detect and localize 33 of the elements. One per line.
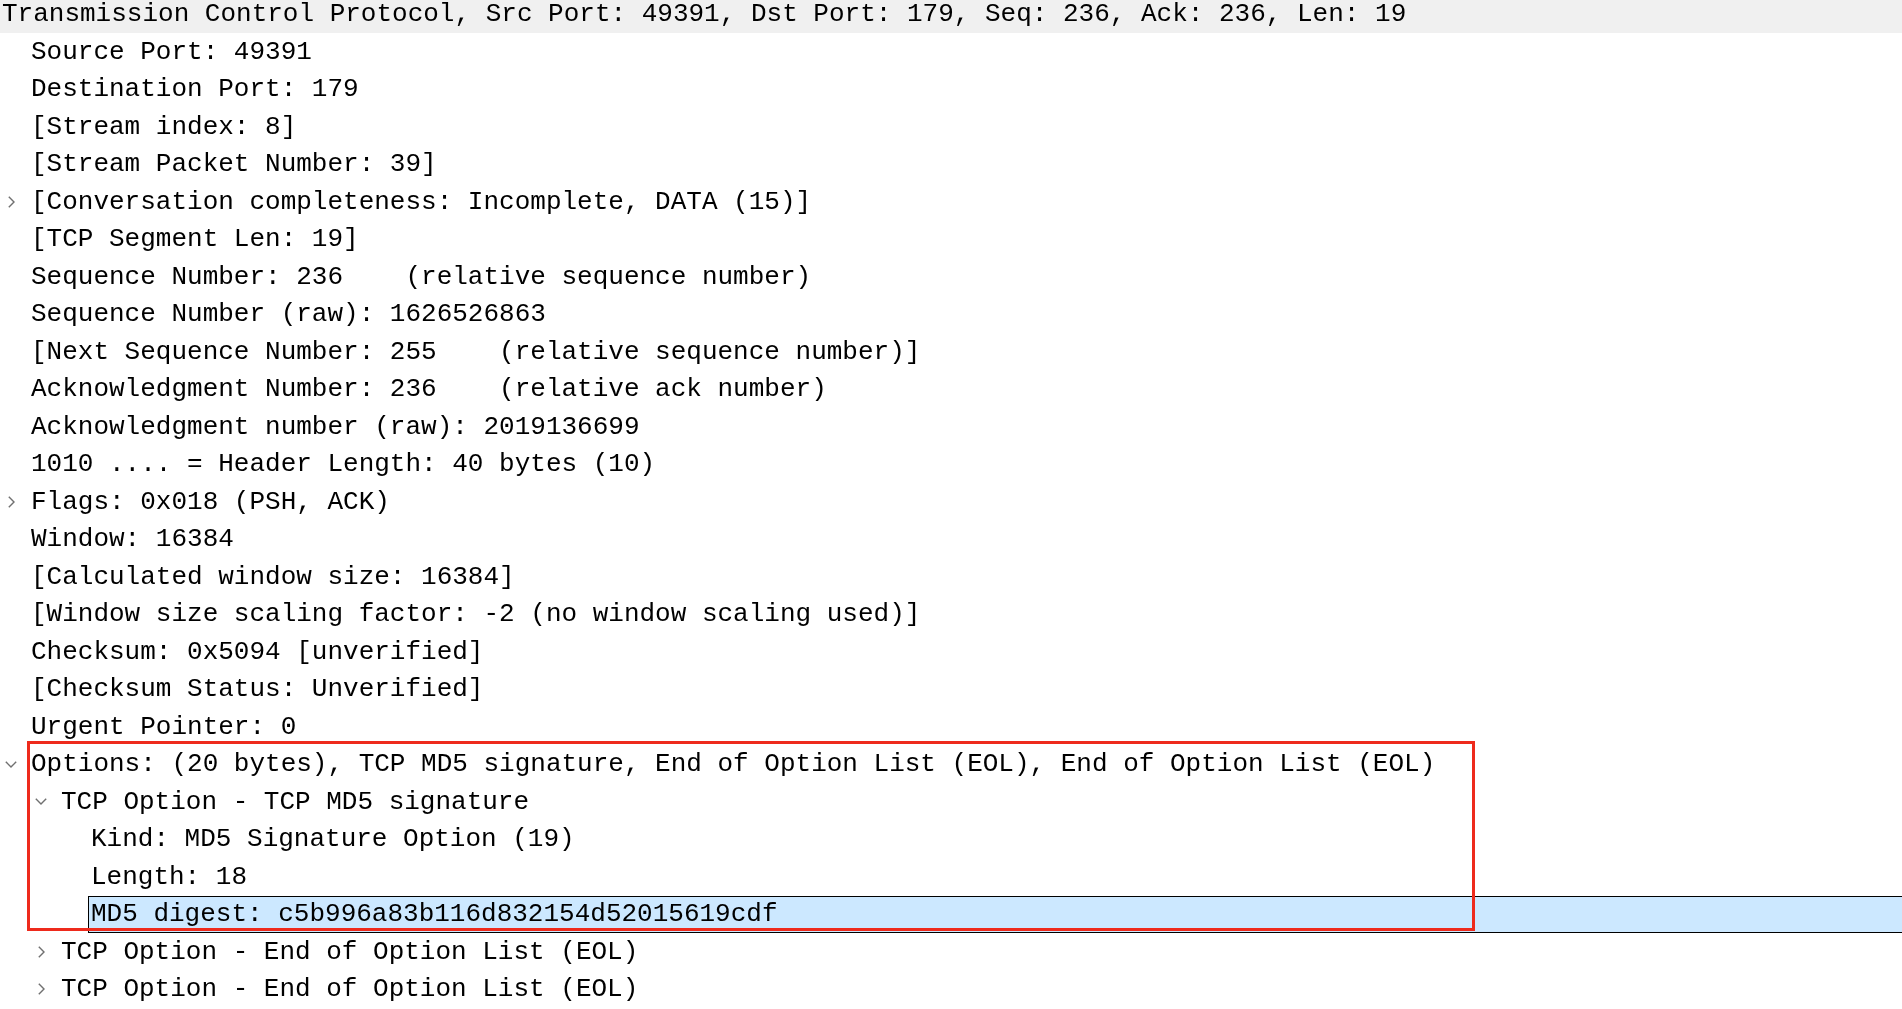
tree-item[interactable]: [Next Sequence Number: 255 (relative sequence number)] [31, 337, 921, 366]
tree-item[interactable]: Source Port: 49391 [31, 37, 312, 66]
tree-item[interactable]: Acknowledgment number (raw): 2019136699 [31, 412, 640, 441]
tree-item[interactable]: Flags: 0x018 (PSH, ACK) [31, 487, 390, 516]
tree-item[interactable]: [Calculated window size: 16384] [31, 562, 515, 591]
tree-item[interactable]: [Stream index: 8] [31, 112, 297, 141]
tree-item[interactable]: Kind: MD5 Signature Option (19) [91, 825, 575, 854]
tree-item[interactable]: MD5 digest: c5b996a83b116d832154d52015619cdf [88, 895, 1902, 933]
chevron-right-icon[interactable] [38, 945, 45, 958]
tree-item[interactable]: TCP Option - End of Option List (EOL) [61, 937, 639, 966]
tree-item[interactable]: 1010 .... = Header Length: 40 bytes (10) [31, 450, 656, 479]
tree-item[interactable]: [Conversation completeness: Incomplete, DATA (15)] [31, 187, 812, 216]
tree-item[interactable]: TCP Option - TCP MD5 signature [61, 787, 530, 816]
chevron-right-icon[interactable] [38, 983, 45, 996]
tree-item[interactable]: [Stream Packet Number: 39] [31, 150, 437, 179]
tree-item[interactable]: [Checksum Status: Unverified] [31, 675, 484, 704]
tree-item[interactable]: [TCP Segment Len: 19] [31, 225, 359, 254]
tree-item[interactable]: Checksum: 0x5094 [unverified] [31, 637, 484, 666]
tree-item[interactable]: Options: (20 bytes), TCP MD5 signature, End of Option List (EOL), End of Option List (EOL) [31, 750, 1436, 779]
tree-item[interactable]: [Window size scaling factor: -2 (no window scaling used)] [31, 600, 921, 629]
tree-item[interactable]: TCP Option - End of Option List (EOL) [61, 975, 639, 1004]
chevron-down-icon[interactable] [35, 798, 47, 806]
tree-item[interactable]: Urgent Pointer: 0 [31, 712, 297, 741]
chevron-down-icon[interactable] [5, 760, 17, 768]
tree-item[interactable]: Length: 18 [91, 862, 248, 891]
tree-item[interactable]: Destination Port: 179 [31, 75, 359, 104]
chevron-right-icon[interactable] [8, 195, 15, 208]
tree-item[interactable]: Sequence Number: 236 (relative sequence number) [31, 262, 812, 291]
tree-item[interactable]: Sequence Number (raw): 1626526863 [31, 300, 546, 329]
tree-item[interactable]: Window: 16384 [31, 525, 234, 554]
tree-item[interactable]: Acknowledgment Number: 236 (relative ack number) [31, 375, 827, 404]
chevron-right-icon[interactable] [8, 495, 15, 508]
protocol-header-row[interactable]: Transmission Control Protocol, Src Port: 49391, Dst Port: 179, Seq: 236, Ack: 236, Len: 19 [0, 0, 1902, 33]
